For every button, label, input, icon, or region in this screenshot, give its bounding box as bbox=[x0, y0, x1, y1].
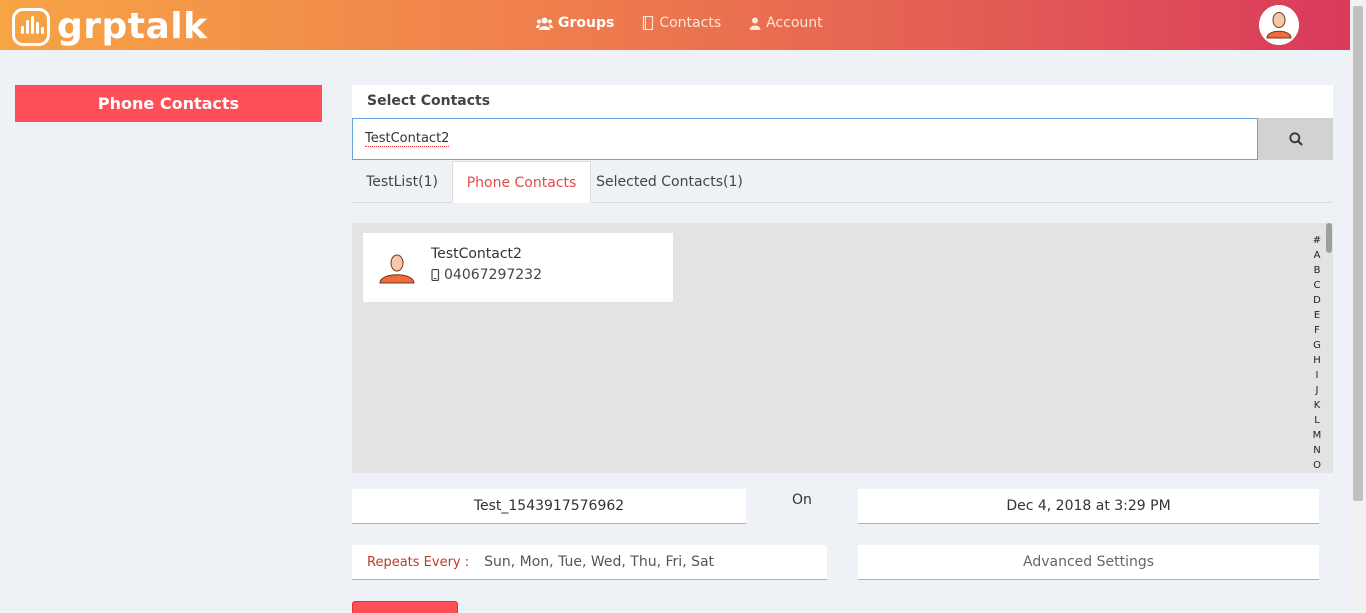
contact-avatar-icon bbox=[379, 254, 415, 284]
alphabet-letter[interactable]: J bbox=[1311, 383, 1323, 398]
contact-search-input[interactable]: TestContact2 bbox=[352, 118, 1258, 160]
alphabet-letter[interactable]: L bbox=[1311, 413, 1323, 428]
contact-phone: 04067297232 bbox=[431, 267, 542, 283]
logo-text: grptalk bbox=[57, 6, 208, 47]
contact-card[interactable]: TestContact2 04067297232 bbox=[363, 233, 673, 302]
tab-selected-contacts[interactable]: Selected Contacts(1) bbox=[591, 161, 748, 203]
page-scrollbar[interactable] bbox=[1350, 0, 1366, 613]
alphabet-index: # A B C D E F G H I J K L M N O bbox=[1311, 233, 1323, 473]
user-icon bbox=[749, 17, 761, 30]
contact-list: TestContact2 04067297232 # A B C D E F G H I J K L M N… bbox=[352, 223, 1333, 473]
phone-contacts-button[interactable]: Phone Contacts bbox=[15, 85, 322, 122]
alphabet-letter[interactable]: A bbox=[1311, 248, 1323, 263]
main-nav: Groups Contacts Account bbox=[536, 15, 851, 31]
alphabet-letter[interactable]: E bbox=[1311, 308, 1323, 323]
datetime-value: Dec 4, 2018 at 3:29 PM bbox=[1006, 498, 1171, 514]
nav-account[interactable]: Account bbox=[749, 15, 823, 31]
alphabet-letter[interactable]: B bbox=[1311, 263, 1323, 278]
advanced-settings-label: Advanced Settings bbox=[1022, 554, 1155, 570]
alphabet-letter[interactable]: G bbox=[1311, 338, 1323, 353]
contact-list-scroll-thumb[interactable] bbox=[1326, 223, 1332, 253]
contact-name: TestContact2 bbox=[431, 246, 522, 262]
contact-phone-number: 04067297232 bbox=[444, 267, 542, 283]
page-scroll-thumb[interactable] bbox=[1353, 6, 1363, 501]
submit-button[interactable] bbox=[352, 601, 458, 613]
top-header: grptalk Groups Contacts Account bbox=[0, 0, 1350, 50]
alphabet-letter[interactable]: N bbox=[1311, 443, 1323, 458]
alphabet-letter[interactable]: H bbox=[1311, 353, 1323, 368]
alphabet-letter[interactable]: F bbox=[1311, 323, 1323, 338]
mobile-phone-icon bbox=[431, 269, 440, 281]
nav-account-label: Account bbox=[766, 15, 823, 31]
alphabet-letter[interactable]: C bbox=[1311, 278, 1323, 293]
search-value: TestContact2 bbox=[365, 131, 450, 147]
search-button[interactable] bbox=[1258, 118, 1333, 160]
profile-avatar[interactable] bbox=[1259, 5, 1299, 45]
datetime-field[interactable]: Dec 4, 2018 at 3:29 PM bbox=[858, 489, 1319, 524]
tab-testlist[interactable]: TestList(1) bbox=[352, 161, 452, 203]
alphabet-letter[interactable]: # bbox=[1311, 233, 1323, 248]
select-contacts-title: Select Contacts bbox=[352, 85, 1333, 118]
on-label: On bbox=[792, 492, 812, 508]
group-name-field[interactable]: Test_1543917576962 bbox=[352, 489, 746, 524]
nav-contacts[interactable]: Contacts bbox=[642, 15, 721, 31]
users-icon bbox=[536, 17, 553, 30]
alphabet-letter[interactable]: D bbox=[1311, 293, 1323, 308]
repeats-field[interactable]: Repeats Every : Sun, Mon, Tue, Wed, Thu,… bbox=[352, 545, 827, 580]
group-name-value: Test_1543917576962 bbox=[473, 498, 625, 514]
nav-groups-label: Groups bbox=[558, 15, 615, 31]
alphabet-letter[interactable]: I bbox=[1311, 368, 1323, 383]
avatar-icon bbox=[1259, 5, 1299, 45]
contacts-book-icon bbox=[643, 16, 654, 30]
logo-waveform-icon bbox=[12, 8, 50, 46]
repeats-days: Sun, Mon, Tue, Wed, Thu, Fri, Sat bbox=[484, 554, 715, 570]
nav-groups[interactable]: Groups bbox=[536, 15, 614, 31]
alphabet-letter[interactable]: K bbox=[1311, 398, 1323, 413]
repeats-label: Repeats Every : bbox=[367, 554, 470, 570]
contact-tabs: TestList(1) Phone Contacts Selected Cont… bbox=[352, 161, 1333, 203]
alphabet-letter[interactable]: O bbox=[1311, 458, 1323, 473]
alphabet-letter[interactable]: M bbox=[1311, 428, 1323, 443]
advanced-settings-button[interactable]: Advanced Settings bbox=[858, 545, 1319, 580]
tab-phone-contacts[interactable]: Phone Contacts bbox=[452, 161, 591, 203]
app-logo[interactable]: grptalk bbox=[12, 8, 208, 46]
search-icon bbox=[1288, 132, 1303, 146]
contact-list-scrollbar[interactable] bbox=[1325, 223, 1333, 473]
nav-contacts-label: Contacts bbox=[659, 15, 722, 31]
